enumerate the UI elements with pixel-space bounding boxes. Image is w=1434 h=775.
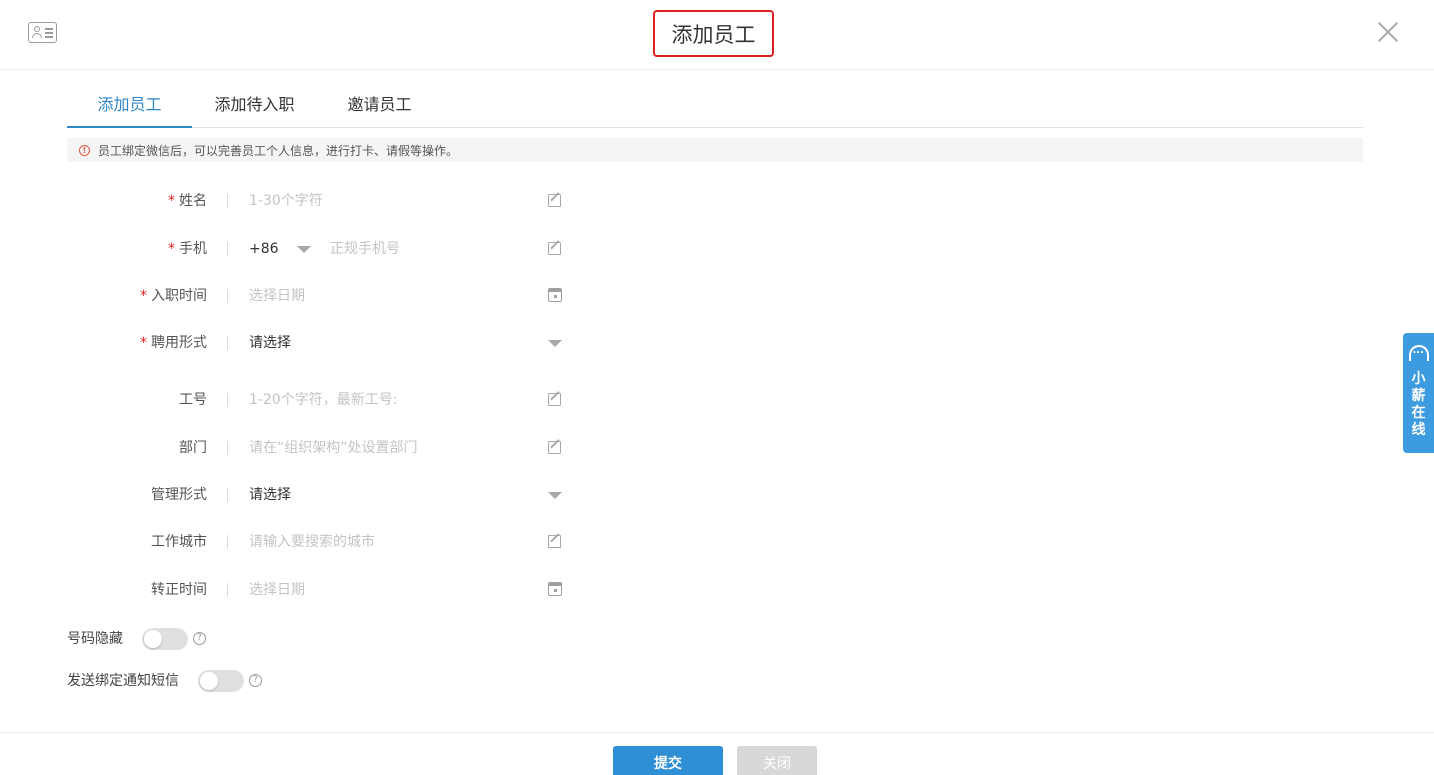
form-row-work-city: 工作城市 请输入要搜索的城市 (67, 530, 567, 554)
hire-date-input[interactable]: 选择日期 (249, 284, 305, 308)
online-support-label: 小薪在线 (1411, 371, 1426, 438)
regular-date-input[interactable]: 选择日期 (249, 578, 305, 602)
required-mark: * (140, 335, 147, 351)
tab-add-employee[interactable]: 添加员工 (67, 84, 192, 128)
form-row-phone: * 手机 +86 正规手机号 (67, 237, 567, 261)
online-support-widget[interactable]: 小薪在线 (1403, 333, 1434, 453)
work-city-input[interactable]: 请输入要搜索的城市 (249, 530, 375, 554)
help-icon[interactable]: ? (249, 674, 262, 687)
edit-icon (548, 441, 561, 454)
edit-icon (548, 194, 561, 207)
required-mark: * (168, 241, 175, 257)
management-type-select[interactable]: 请选择 (249, 483, 291, 507)
chevron-down-icon[interactable] (548, 492, 562, 499)
tab-bar: 添加员工 添加待入职 邀请员工 (67, 84, 1363, 128)
chevron-down-icon[interactable] (297, 246, 311, 253)
close-button[interactable]: 关闭 (737, 746, 817, 775)
form-row-management-type: 管理形式 请选择 (67, 483, 567, 507)
employee-no-label: 工号 (179, 392, 207, 408)
dialog-footer: 提交 关闭 (0, 732, 1434, 775)
employment-type-select[interactable]: 请选择 (249, 331, 291, 355)
notice-bar: ! 员工绑定微信后，可以完善员工个人信息，进行打卡、请假等操作。 (67, 138, 1363, 162)
required-mark: * (140, 288, 147, 304)
send-sms-toggle[interactable] (198, 670, 244, 692)
help-icon[interactable]: ? (193, 632, 206, 645)
form-row-department: 部门 请在“组织架构”处设置部门 (67, 436, 567, 460)
employment-type-label: 聘用形式 (151, 335, 207, 351)
edit-icon (548, 242, 561, 255)
hide-number-label: 号码隐藏 (67, 631, 123, 647)
form-row-employment-type: * 聘用形式 请选择 (67, 331, 567, 355)
employee-no-input[interactable]: 1-20个字符，最新工号: (249, 388, 398, 412)
submit-button[interactable]: 提交 (613, 746, 723, 775)
calendar-icon[interactable] (548, 288, 562, 302)
send-sms-row: 发送绑定通知短信 ? (67, 669, 287, 693)
phone-input[interactable]: 正规手机号 (330, 237, 400, 261)
notice-text: 员工绑定微信后，可以完善员工个人信息，进行打卡、请假等操作。 (98, 143, 459, 158)
edit-icon (548, 393, 561, 406)
headset-icon (1408, 345, 1429, 361)
calendar-icon[interactable] (548, 582, 562, 596)
phone-label: 手机 (179, 241, 207, 257)
form-row-hire-date: * 入职时间 选择日期 (67, 284, 567, 308)
tab-invite-employee[interactable]: 邀请员工 (337, 84, 422, 128)
form-row-employee-no: 工号 1-20个字符，最新工号: (67, 388, 567, 412)
chevron-down-icon[interactable] (548, 340, 562, 347)
work-city-label: 工作城市 (151, 534, 207, 550)
name-input[interactable]: 1-30个字符 (249, 189, 323, 213)
close-icon[interactable] (1376, 20, 1400, 44)
contact-card-icon (28, 22, 57, 43)
management-type-label: 管理形式 (151, 487, 207, 503)
country-code-select[interactable]: +86 (249, 237, 279, 261)
form-row-regular-date: 转正时间 选择日期 (67, 578, 567, 602)
name-label: 姓名 (179, 193, 207, 209)
form-row-name: * 姓名 1-30个字符 (67, 189, 567, 213)
hide-number-row: 号码隐藏 ? (67, 627, 227, 651)
regular-date-label: 转正时间 (151, 582, 207, 598)
tab-add-pending[interactable]: 添加待入职 (207, 84, 302, 128)
dialog-header: 添加员工 (0, 0, 1434, 70)
hide-number-toggle[interactable] (142, 628, 188, 650)
add-employee-dialog: 添加员工 添加员工 添加待入职 邀请员工 ! 员工绑定微信后，可以完善员工个人信… (0, 0, 1434, 775)
department-input[interactable]: 请在“组织架构”处设置部门 (249, 436, 418, 460)
send-sms-label: 发送绑定通知短信 (67, 673, 179, 689)
hire-date-label: 入职时间 (151, 288, 207, 304)
required-mark: * (168, 193, 175, 209)
department-label: 部门 (179, 440, 207, 456)
alert-circle-icon: ! (79, 144, 90, 156)
dialog-title: 添加员工 (653, 10, 774, 57)
edit-icon (548, 535, 561, 548)
